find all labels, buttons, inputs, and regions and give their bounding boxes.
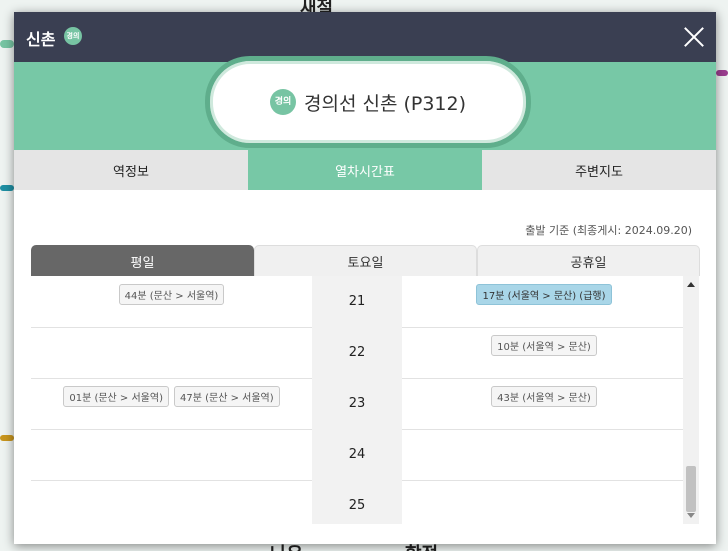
table-row: 44분 (문산 > 서울역) 21 17분 (서울역 > 문산) (급행) bbox=[31, 276, 686, 328]
train-chip-express[interactable]: 17분 (서울역 > 문산) (급행) bbox=[476, 284, 612, 305]
table-row: 25 bbox=[31, 480, 686, 524]
modal-title: 신촌 bbox=[26, 30, 56, 49]
scroll-down-arrow-icon[interactable] bbox=[687, 513, 695, 518]
weekday-cell bbox=[31, 480, 312, 524]
close-icon[interactable] bbox=[682, 25, 706, 49]
holiday-cell: 43분 (서울역 > 문산) bbox=[402, 378, 686, 429]
station-name-pill: 경의 경의선 신촌 (P312) bbox=[205, 56, 531, 148]
hour-cell: 25 bbox=[312, 480, 402, 524]
tab-timetable[interactable]: 열차시간표 bbox=[248, 150, 482, 190]
train-chip[interactable]: 47분 (문산 > 서울역) bbox=[174, 386, 280, 407]
tab-holiday[interactable]: 공휴일 bbox=[477, 245, 700, 276]
table-row: 01분 (문산 > 서울역) 47분 (문산 > 서울역) 23 43분 (서울… bbox=[31, 378, 686, 430]
train-chip[interactable]: 43분 (서울역 > 문산) bbox=[491, 386, 597, 407]
station-banner: 경의 경의선 신촌 (P312) bbox=[14, 56, 716, 150]
station-name: 경의선 신촌 (P312) bbox=[303, 92, 467, 115]
table-row: 24 bbox=[31, 429, 686, 481]
weekday-cell: 01분 (문산 > 서울역) 47분 (문산 > 서울역) bbox=[31, 378, 312, 429]
line-badge-icon: 경의 bbox=[64, 27, 82, 45]
day-type-tabs: 평일 토요일 공휴일 bbox=[31, 245, 701, 276]
tab-weekday[interactable]: 평일 bbox=[31, 245, 254, 276]
hour-cell: 24 bbox=[312, 429, 402, 480]
station-timetable-modal: 신촌 경의 경의 경의선 신촌 (P312) 역정보 열차시간표 주변지도 출발… bbox=[14, 12, 716, 544]
weekday-cell: 44분 (문산 > 서울역) bbox=[31, 276, 312, 327]
map-line bbox=[0, 435, 14, 441]
main-tabs: 역정보 열차시간표 주변지도 bbox=[14, 150, 716, 190]
timetable-basis-note: 출발 기준 (최종게시: 2024.09.20) bbox=[525, 224, 692, 237]
table-row: 22 10분 (서울역 > 문산) bbox=[31, 327, 686, 379]
weekday-cell bbox=[31, 327, 312, 378]
train-chip[interactable]: 44분 (문산 > 서울역) bbox=[118, 284, 225, 305]
holiday-cell: 17분 (서울역 > 문산) (급행) bbox=[402, 276, 686, 327]
map-line bbox=[0, 185, 14, 191]
map-line bbox=[0, 40, 14, 48]
holiday-cell: 10분 (서울역 > 문산) bbox=[402, 327, 686, 378]
holiday-cell bbox=[402, 480, 686, 524]
modal-header: 신촌 경의 bbox=[14, 12, 716, 62]
tab-station-info[interactable]: 역정보 bbox=[14, 150, 248, 190]
tab-saturday[interactable]: 토요일 bbox=[254, 245, 477, 276]
scrollbar-thumb[interactable] bbox=[686, 466, 696, 512]
hour-cell: 21 bbox=[312, 276, 402, 327]
timetable-scrollbar[interactable] bbox=[683, 276, 699, 524]
train-chip[interactable]: 10분 (서울역 > 문산) bbox=[491, 335, 597, 356]
weekday-cell bbox=[31, 429, 312, 480]
map-line bbox=[716, 70, 728, 76]
holiday-cell bbox=[402, 429, 686, 480]
scroll-up-arrow-icon[interactable] bbox=[687, 282, 695, 287]
line-badge-icon: 경의 bbox=[269, 89, 296, 115]
timetable-table: 44분 (문산 > 서울역) 21 17분 (서울역 > 문산) (급행) 22… bbox=[31, 276, 701, 524]
hour-cell: 23 bbox=[312, 378, 402, 429]
train-chip[interactable]: 01분 (문산 > 서울역) bbox=[63, 386, 169, 407]
hour-cell: 22 bbox=[312, 327, 402, 378]
tab-nearby-map[interactable]: 주변지도 bbox=[482, 150, 716, 190]
